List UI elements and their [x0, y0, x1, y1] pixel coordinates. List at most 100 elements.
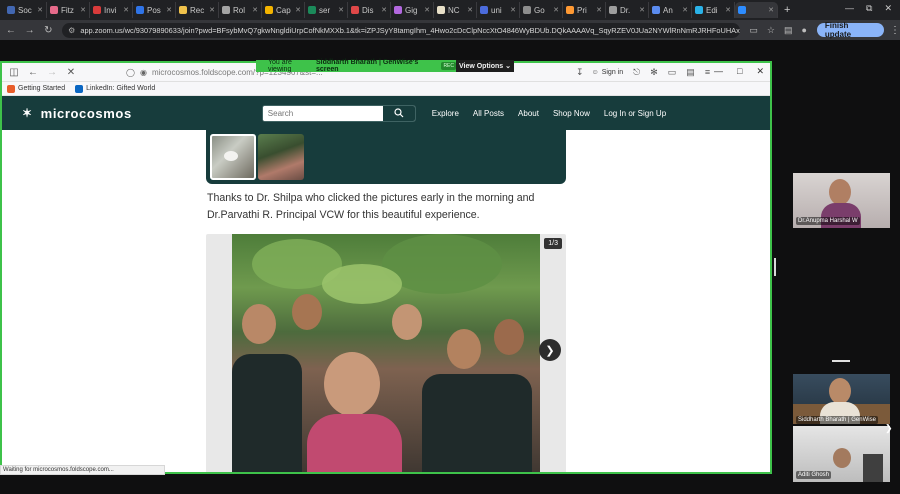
finish-update-button[interactable]: Finish update [816, 21, 884, 39]
inner-stop-icon[interactable]: ✕ [64, 67, 78, 78]
tab-close-icon[interactable]: ✕ [725, 6, 731, 14]
new-tab-icon[interactable]: + [784, 4, 790, 16]
browser-tab[interactable]: Invi ✕ [90, 2, 133, 18]
bookmark-getting-started[interactable]: Getting Started [7, 84, 65, 93]
tab-close-icon[interactable]: ✕ [768, 6, 774, 14]
inner-close-icon[interactable]: ✕ [756, 66, 764, 77]
forward-icon[interactable]: → [22, 25, 38, 36]
thumbnail-strip [206, 130, 566, 184]
bookmark-label: LinkedIn: Gifted World [86, 85, 156, 92]
nav-login[interactable]: Log In or Sign Up [604, 109, 666, 118]
wallet-icon[interactable]: ▭ [668, 67, 677, 78]
download-icon[interactable]: ↧ [576, 67, 584, 78]
browser-tab[interactable]: Dr. ✕ [606, 2, 649, 18]
browser-tab[interactable]: Gig ✕ [391, 2, 434, 18]
close-icon[interactable]: ✕ [884, 3, 892, 14]
tab-close-icon[interactable]: ✕ [166, 6, 172, 14]
tab-title: Pri [577, 5, 587, 15]
browser-tab[interactable]: uni ✕ [477, 2, 520, 18]
student-face [447, 329, 481, 369]
tab-favicon-icon [523, 6, 531, 14]
tab-close-icon[interactable]: ✕ [639, 6, 645, 14]
tab-title: NC [448, 5, 460, 15]
cast-icon[interactable]: ▭ [749, 25, 758, 36]
tab-close-icon[interactable]: ✕ [682, 6, 688, 14]
browser-tab[interactable]: NC ✕ [434, 2, 477, 18]
thumbnail-image[interactable] [210, 134, 256, 180]
inner-back-icon[interactable]: ← [26, 67, 40, 78]
site-info-icon[interactable]: ⚙ [68, 26, 75, 35]
bookmark-linkedin[interactable]: LinkedIn: Gifted World [75, 84, 156, 93]
nav-about[interactable]: About [518, 109, 539, 118]
browser-tab[interactable]: ser ✕ [305, 2, 348, 18]
nav-shop-now[interactable]: Shop Now [553, 109, 590, 118]
bookmark-star-icon[interactable]: ☆ [767, 25, 775, 36]
menu-icon[interactable]: ≡ [705, 67, 710, 77]
participant-tile[interactable]: Aditi Ghosh [793, 426, 890, 482]
site-logo[interactable]: ✶ microcosmos [22, 106, 132, 121]
browser-tab[interactable]: Dis ✕ [348, 2, 391, 18]
browser-tab[interactable]: An ✕ [649, 2, 692, 18]
tab-close-icon[interactable]: ✕ [424, 6, 430, 14]
status-bar: Waiting for microcosmos.foldscope.com... [0, 465, 165, 475]
minimize-icon[interactable]: — [845, 3, 854, 14]
inner-maximize-icon[interactable]: □ [737, 66, 742, 77]
tab-favicon-icon [652, 6, 660, 14]
tab-title: Rol [233, 5, 246, 15]
tab-close-icon[interactable]: ✕ [467, 6, 473, 14]
browser-tab[interactable]: Rec ✕ [176, 2, 219, 18]
tabs-icon[interactable]: ▤ [686, 67, 695, 78]
tab-title: Pos [147, 5, 161, 15]
browser-tab[interactable]: Soc ✕ [4, 2, 47, 18]
extensions-icon[interactable]: ▤ [784, 25, 793, 36]
tab-close-icon[interactable]: ✕ [381, 6, 387, 14]
tab-close-icon[interactable]: ✕ [338, 6, 344, 14]
view-options-button[interactable]: View Options ⌄ [456, 60, 514, 72]
inner-minimize-icon[interactable]: — [714, 66, 723, 77]
browser-tab[interactable]: Rol ✕ [219, 2, 262, 18]
sign-in-button[interactable]: ☺ Sign in [592, 69, 624, 76]
tab-favicon-icon [179, 6, 187, 14]
next-page-icon[interactable]: ❯ [885, 423, 893, 434]
reload-icon[interactable]: ↻ [40, 25, 56, 36]
browser-tab[interactable]: Go ✕ [520, 2, 563, 18]
browser-tab[interactable]: Fitz ✕ [47, 2, 90, 18]
tab-close-icon[interactable]: ✕ [252, 6, 258, 14]
tab-close-icon[interactable]: ✕ [123, 6, 129, 14]
site-search [261, 104, 416, 122]
browser-tab[interactable]: Pri ✕ [563, 2, 606, 18]
browser-tab[interactable]: Cap ✕ [262, 2, 305, 18]
tab-close-icon[interactable]: ✕ [510, 6, 516, 14]
extension-icon[interactable]: ✻ [650, 67, 658, 78]
student-face [292, 294, 322, 330]
sidebar-icon[interactable]: ◫ [7, 67, 21, 78]
participant-tile[interactable]: Dr.Anupma Harshal W [793, 173, 890, 228]
browser-menu-icon[interactable]: ⋮ [890, 25, 900, 36]
tab-close-icon[interactable]: ✕ [209, 6, 215, 14]
browser-tab[interactable]: Edi ✕ [692, 2, 735, 18]
participant-tile[interactable]: Siddharth Bharath | GenWise [793, 374, 890, 424]
nav-all-posts[interactable]: All Posts [473, 109, 504, 118]
tab-close-icon[interactable]: ✕ [80, 6, 86, 14]
tab-close-icon[interactable]: ✕ [596, 6, 602, 14]
nav-explore[interactable]: Explore [432, 109, 459, 118]
search-input[interactable] [262, 105, 383, 121]
inner-forward-icon[interactable]: → [45, 67, 59, 78]
back-icon[interactable]: ← [3, 25, 19, 36]
address-bar[interactable]: ⚙ app.zoom.us/wc/93079890633/join?pwd=BF… [62, 22, 741, 38]
profile-icon[interactable]: ● [801, 25, 806, 35]
tab-close-icon[interactable]: ✕ [37, 6, 43, 14]
share-icon[interactable]: ⎋ [633, 67, 640, 78]
group-photo [232, 234, 540, 472]
search-button[interactable] [382, 105, 415, 121]
restore-icon[interactable]: ⧉ [866, 3, 872, 14]
permissions-icon: ◉ [139, 67, 147, 77]
panel-resize-handle[interactable] [774, 258, 776, 276]
tab-close-icon[interactable]: ✕ [553, 6, 559, 14]
browser-tab[interactable]: ✕ [735, 2, 778, 18]
next-photo-button[interactable]: ❯ [539, 339, 561, 361]
student-uniform [232, 354, 302, 472]
tab-close-icon[interactable]: ✕ [295, 6, 301, 14]
thumbnail-image[interactable] [258, 134, 304, 180]
browser-tab[interactable]: Pos ✕ [133, 2, 176, 18]
